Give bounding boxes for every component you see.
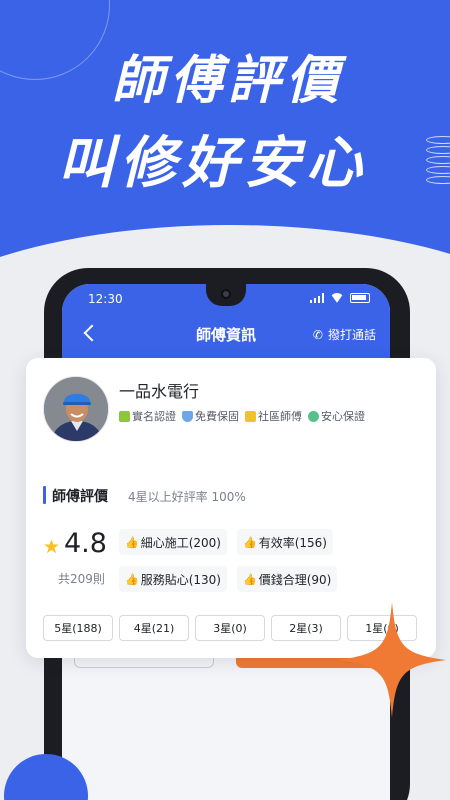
signal-icon [309,293,324,303]
review-tag[interactable]: 👍 有效率(156) [237,529,333,555]
thumbs-up-icon: 👍 [243,535,257,549]
filter-5-star[interactable]: 5星(188) [43,615,113,641]
thumbs-up-icon: 👍 [243,572,257,586]
decorative-coil [426,136,450,196]
status-icons [309,293,370,303]
badge-verified: 實名認證 [119,408,176,424]
camera-icon [221,289,231,299]
review-positive-rate: 4星以上好評率 100% [128,490,246,504]
status-time: 12:30 [88,292,123,306]
filter-2-star[interactable]: 2星(3) [271,615,341,641]
review-tag[interactable]: 👍 細心施工(200) [119,529,227,555]
promo-stage: 師傅評價 叫修好安心 12:30 師傅資訊 ✆ 撥打通話 一品水電行 實名認證 … [0,0,450,800]
heart-shield-icon [308,410,319,422]
phone-icon: ✆ [312,327,323,342]
star-icon: ★ [43,536,61,558]
badge-community: 社區師傅 [245,408,302,424]
section-accent-bar [43,486,46,504]
thumbs-up-icon: 👍 [125,535,139,549]
battery-icon [350,293,370,303]
thumbs-up-icon: 👍 [125,572,139,586]
call-button[interactable]: ✆ 撥打通話 [313,326,376,343]
filter-3-star[interactable]: 3星(0) [195,615,265,641]
filter-4-star[interactable]: 4星(21) [119,615,189,641]
sparkle-decoration [338,602,446,718]
wifi-icon [330,293,344,303]
rating-score: 4.8 [64,528,107,559]
badge-row: 實名認證 免費保固 社區師傅 安心保證 [119,408,365,424]
headline-line-1: 師傅評價 [112,51,345,111]
badge-guarantee: 安心保證 [308,408,365,424]
review-count: 共209則 [58,572,105,586]
master-avatar [43,376,109,442]
review-section-title: 師傅評價 [52,489,108,505]
review-tag[interactable]: 👍 服務貼心(130) [119,566,227,592]
house-icon [245,410,256,422]
shop-name: 一品水電行 [119,382,200,401]
review-tag[interactable]: 👍 價錢合理(90) [237,566,338,592]
headline-line-2: 叫修好安心 [58,131,368,196]
call-label: 撥打通話 [327,328,376,342]
shield-icon [182,410,193,422]
badge-warranty: 免費保固 [182,408,239,424]
id-card-icon [119,410,130,422]
